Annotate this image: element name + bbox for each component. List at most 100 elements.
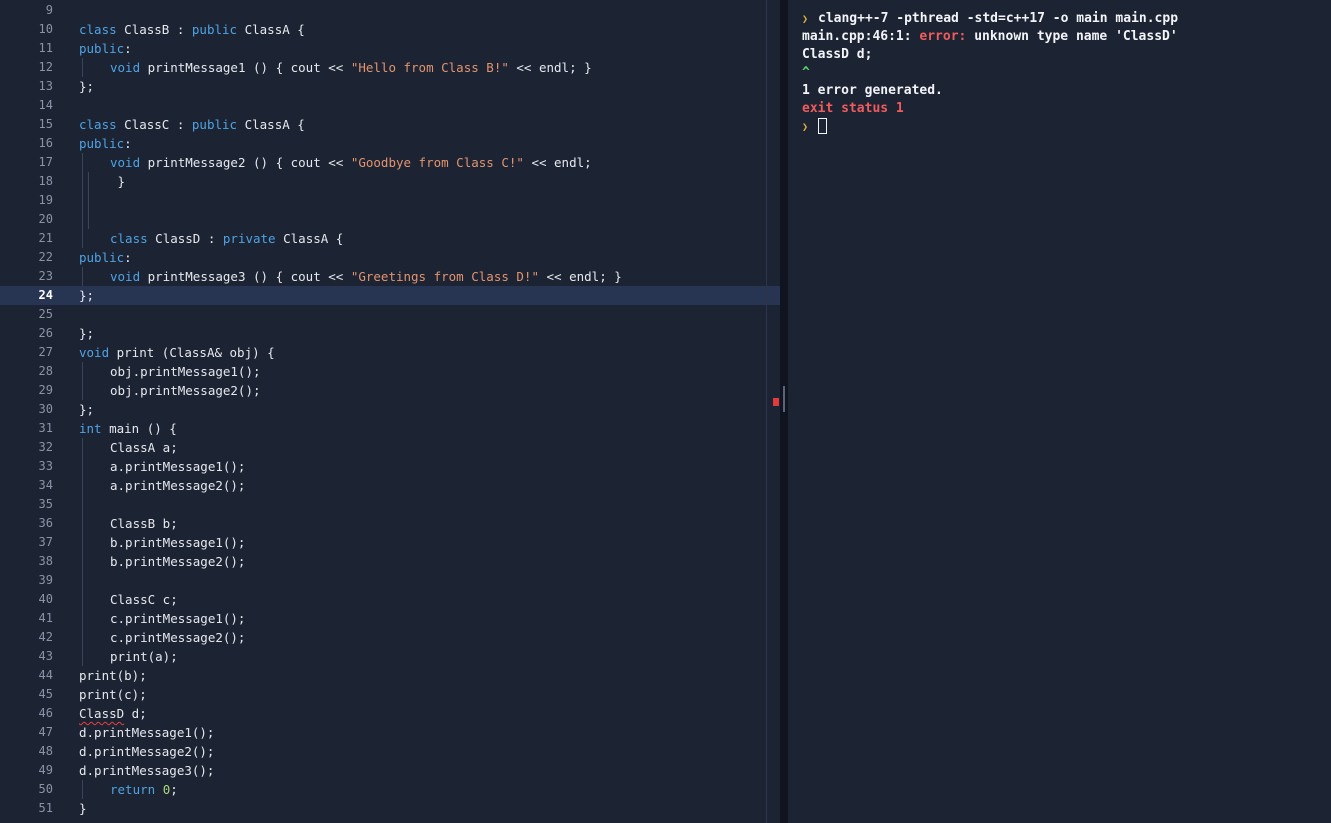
code-line[interactable]: 46 ClassD d; [0, 704, 780, 723]
console-source-line: ClassD d; [802, 46, 1178, 64]
code-line[interactable]: 15 class ClassC : public ClassA { [0, 115, 780, 134]
indent-guide [88, 172, 89, 191]
line-number: 46 [38, 706, 53, 720]
code-line[interactable]: 37 b.printMessage1(); [0, 533, 780, 552]
repl-workspace: 9 10 class ClassB : public ClassA {11 publi… [0, 0, 1331, 823]
code-line[interactable]: 45 print(c); [0, 685, 780, 704]
code-token: public [79, 41, 125, 56]
code-text: class ClassB : public ClassA { [79, 20, 305, 39]
code-line[interactable]: 12 void printMessage1 () { cout << "Hello… [0, 58, 780, 77]
code-token: void [110, 269, 141, 284]
code-text: obj.printMessage1(); [110, 362, 261, 381]
code-line[interactable]: 44 print(b); [0, 666, 780, 685]
code-text: print(a); [110, 647, 178, 666]
console-summary-line: 1 error generated. [802, 82, 1178, 100]
line-number: 30 [38, 402, 53, 416]
line-number: 41 [38, 611, 53, 625]
indent-guide [82, 647, 83, 666]
line-number: 39 [38, 573, 53, 587]
code-line[interactable]: 32 ClassA a; [0, 438, 780, 457]
code-line[interactable]: 33 a.printMessage1(); [0, 457, 780, 476]
code-line[interactable]: 40 ClassC c; [0, 590, 780, 609]
code-text: int main () { [79, 419, 177, 438]
code-token: ClassC c; [110, 592, 178, 607]
indent-guide [82, 362, 83, 381]
line-number: 17 [38, 155, 53, 169]
code-line[interactable]: 21 class ClassD : private ClassA { [0, 229, 780, 248]
code-token: }; [79, 79, 95, 94]
line-number: 27 [38, 345, 53, 359]
code-token: << endl; } [508, 60, 592, 75]
code-line[interactable]: 14 [0, 96, 780, 115]
indent-guide [82, 457, 83, 476]
splitter-drag-handle[interactable] [783, 386, 785, 412]
code-line[interactable]: 10 class ClassB : public ClassA { [0, 20, 780, 39]
console-output: ❯ clang++-7 -pthread -std=c++17 -o main m… [802, 10, 1178, 136]
code-line[interactable]: 16 public: [0, 134, 780, 153]
code-line[interactable]: 26}; [0, 324, 780, 343]
code-line[interactable]: 35 [0, 495, 780, 514]
code-line[interactable]: 48 d.printMessage2(); [0, 742, 780, 761]
code-line[interactable]: 24}; [0, 286, 780, 305]
line-number: 49 [38, 763, 53, 777]
code-line[interactable]: 49 d.printMessage3(); [0, 761, 780, 780]
code-line[interactable]: 43 print(a); [0, 647, 780, 666]
code-line[interactable]: 28 obj.printMessage1(); [0, 362, 780, 381]
code-line[interactable]: 13}; [0, 77, 780, 96]
line-number: 9 [45, 3, 53, 17]
code-editor[interactable]: 9 10 class ClassB : public ClassA {11 publi… [0, 0, 780, 823]
code-line[interactable]: 11 public: [0, 39, 780, 58]
code-token: a.printMessage1(); [110, 459, 246, 474]
code-line[interactable]: 38 b.printMessage2(); [0, 552, 780, 571]
code-token: d.printMessage2(); [79, 744, 215, 759]
code-line[interactable]: 51} [0, 799, 780, 818]
code-line[interactable]: 9 [0, 1, 780, 20]
code-line[interactable]: 18 } [0, 172, 780, 191]
console-cursor[interactable] [818, 117, 827, 134]
code-line[interactable]: 17 void printMessage2 () { cout << "Goodb… [0, 153, 780, 172]
indent-guide [82, 191, 83, 210]
code-line[interactable]: 50 return 0; [0, 780, 780, 799]
code-text: d.printMessage1(); [79, 723, 214, 742]
error-scroll-marker[interactable] [773, 398, 779, 406]
code-line[interactable]: 30}; [0, 400, 780, 419]
indent-guide [88, 191, 89, 210]
code-token: } [110, 174, 126, 189]
code-line[interactable]: 36 ClassB b; [0, 514, 780, 533]
indent-guide [82, 495, 83, 514]
code-token: : [124, 136, 132, 151]
indent-guide [82, 153, 83, 172]
indent-guide [82, 609, 83, 628]
code-line[interactable]: 20 [0, 210, 780, 229]
line-number: 37 [38, 535, 53, 549]
code-line[interactable]: 22 public: [0, 248, 780, 267]
code-line[interactable]: 39 [0, 571, 780, 590]
code-line[interactable]: 29 obj.printMessage2(); [0, 381, 780, 400]
code-line[interactable]: 25 [0, 305, 780, 324]
code-line[interactable]: 34 a.printMessage2(); [0, 476, 780, 495]
code-line[interactable]: 41 c.printMessage1(); [0, 609, 780, 628]
editor-scrollbar[interactable] [766, 0, 767, 823]
console-input-line[interactable]: ❯ [802, 117, 1178, 136]
code-line[interactable]: 47 d.printMessage1(); [0, 723, 780, 742]
indent-guide [82, 381, 83, 400]
indent-guide [82, 571, 83, 590]
code-line[interactable]: 42 c.printMessage2(); [0, 628, 780, 647]
code-line[interactable]: 23 void printMessage3 () { cout << "Greet… [0, 267, 780, 286]
code-text: ClassC c; [110, 590, 178, 609]
console-pane[interactable]: ❯ clang++-7 -pthread -std=c++17 -o main m… [788, 0, 1331, 823]
code-line[interactable]: 19 [0, 191, 780, 210]
code-token: : [124, 41, 132, 56]
code-line[interactable]: 27 void print (ClassA& obj) { [0, 343, 780, 362]
line-number: 25 [38, 307, 53, 321]
indent-guide [82, 533, 83, 552]
indent-guide [82, 514, 83, 533]
code-token: "Hello from Class B!" [350, 60, 509, 75]
line-number: 14 [38, 98, 53, 112]
code-token: ClassD : [147, 231, 223, 246]
code-token: void [110, 60, 141, 75]
line-number: 36 [38, 516, 53, 530]
code-token: d; [124, 706, 147, 721]
code-line[interactable]: 31 int main () { [0, 419, 780, 438]
indent-guide [82, 590, 83, 609]
